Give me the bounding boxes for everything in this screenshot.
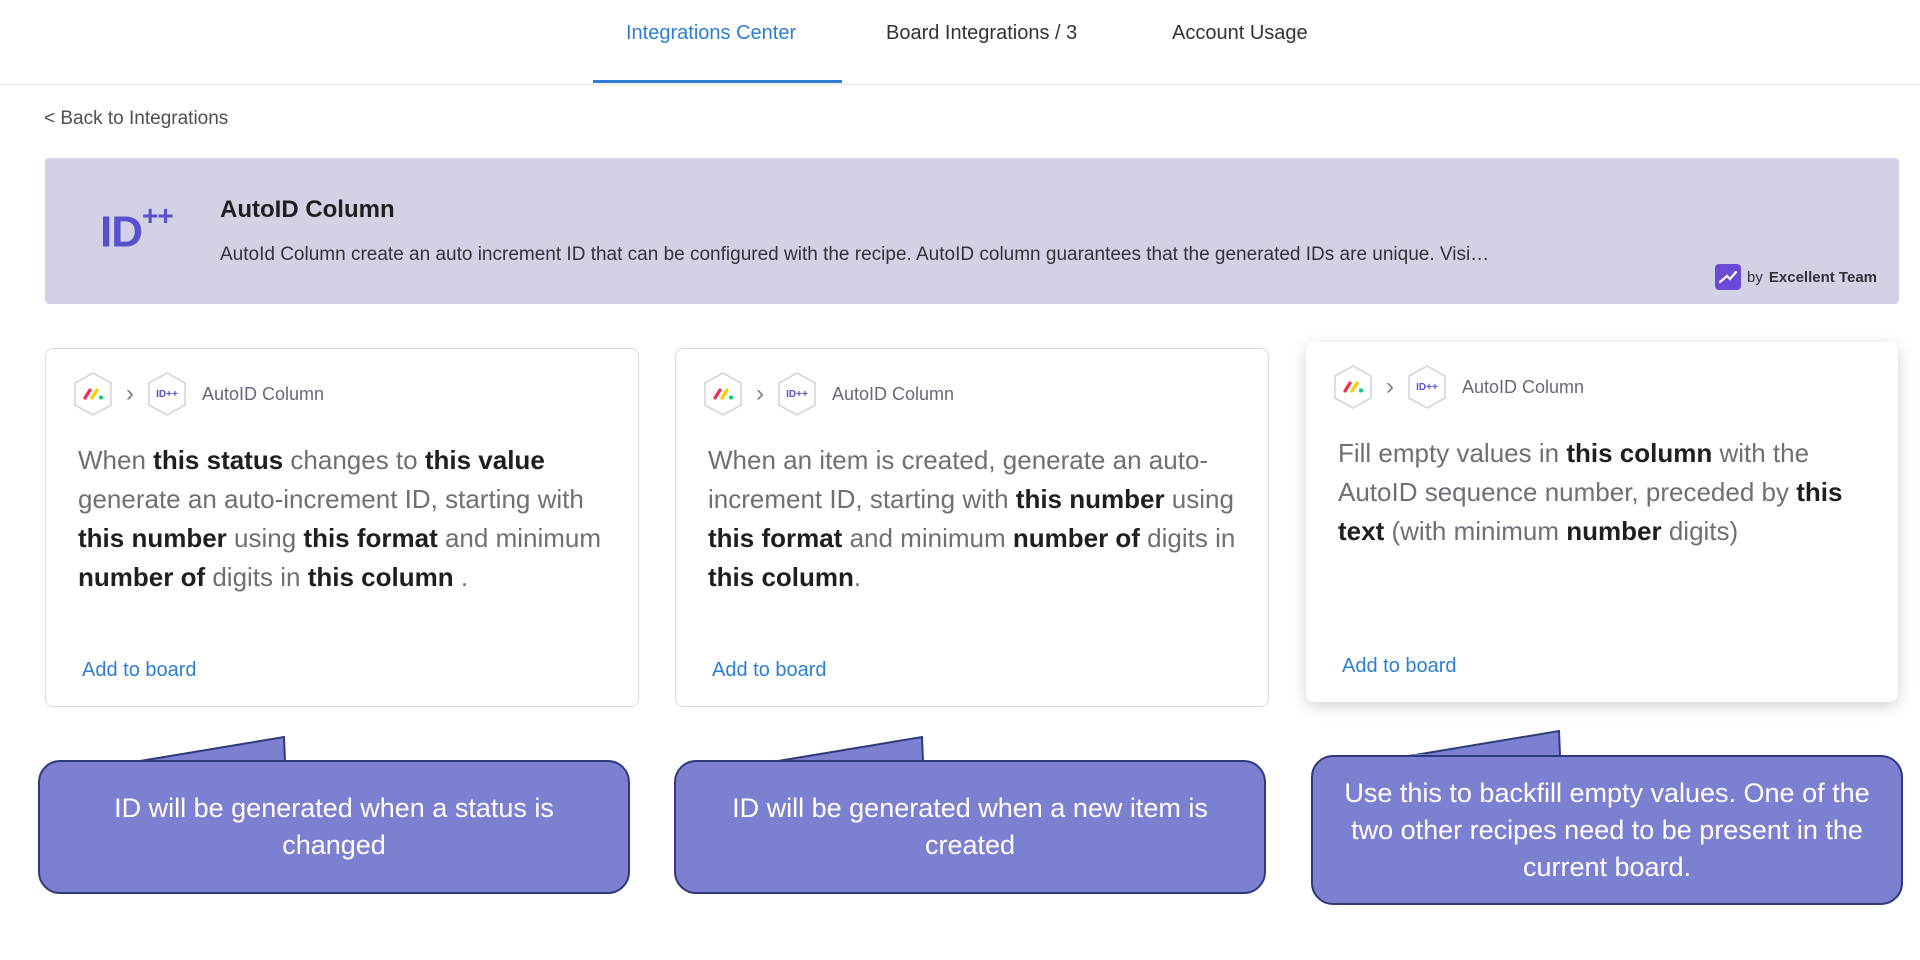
callout-backfill: Use this to backfill empty values. One o… [1311,755,1903,905]
callout-tail-3 [1408,729,1562,757]
recipe-static-text: generate an auto-increment ID, starting … [78,484,584,514]
chevron-right-icon: › [126,380,134,407]
integration-title: AutoID Column [220,196,395,223]
recipe-placeholder-field[interactable]: this format [708,523,842,553]
autoid-logo-text: ID [100,207,143,257]
monday-app-icon [72,371,114,417]
monday-app-icon [702,371,744,417]
publisher-credit: by Excellent Team [1715,264,1877,290]
tab-account-usage[interactable]: Account Usage [1172,22,1308,45]
recipe-app-name: AutoID Column [1462,376,1585,397]
recipe-card-backfill[interactable]: › ID++ AutoID Column Fill empty values in … [1306,342,1898,702]
publisher-prefix: by [1747,268,1763,286]
recipe-static-text: Fill empty values in [1338,438,1567,468]
excellent-team-logo-icon [1715,264,1742,290]
integration-page: Integrations Center Board Integrations /… [0,0,1920,960]
tab-integrations-center[interactable]: Integrations Center [626,22,796,45]
callout-status-change: ID will be generated when a status is ch… [38,760,630,894]
autoid-app-icon-label: ID++ [1416,381,1438,393]
autoid-app-icon-label: ID++ [156,388,178,400]
recipe-card-status-change[interactable]: › ID++ AutoID Column When this status chan… [45,348,639,707]
recipe-static-text: When [78,445,154,475]
active-tab-indicator [593,80,842,83]
recipe-card-header: › ID++ AutoID Column [702,371,954,417]
top-tabs: Integrations Center Board Integrations /… [0,0,1920,85]
callout-item-created: ID will be generated when a new item is … [674,760,1266,894]
recipe-static-text: digits in [205,562,308,592]
recipe-static-text: digits in [1139,523,1236,553]
recipe-sentence: Fill empty values in this column with th… [1338,434,1878,551]
recipe-placeholder-field[interactable]: this value [425,445,545,475]
recipe-static-text: (with minimum [1384,516,1567,546]
recipe-static-text: changes to [283,445,425,475]
recipe-placeholder-field[interactable]: number of [78,562,205,592]
autoid-app-icon: ID++ [1406,364,1448,410]
recipe-placeholder-field[interactable]: this number [78,523,227,553]
chevron-right-icon: › [1386,373,1394,400]
add-to-board-button[interactable]: Add to board [1342,655,1457,678]
recipe-sentence: When this status changes to this value g… [78,441,618,597]
recipe-card-item-created[interactable]: › ID++ AutoID Column When an item is creat… [675,348,1269,707]
recipe-static-text: . [853,562,862,592]
recipe-static-text: and minimum [437,523,602,553]
recipe-placeholder-field[interactable]: number of [1013,523,1140,553]
recipe-sentence: When an item is created, generate an aut… [708,441,1248,597]
recipe-placeholder-field[interactable]: this number [1016,484,1165,514]
recipe-placeholder-field[interactable]: number [1566,516,1661,546]
integration-description: AutoId Column create an auto increment I… [220,244,1490,265]
recipe-static-text: and minimum [842,523,1013,553]
add-to-board-button[interactable]: Add to board [82,659,197,682]
recipe-placeholder-field[interactable]: this column [1566,438,1712,468]
recipe-card-header: › ID++ AutoID Column [72,371,324,417]
recipe-placeholder-field[interactable]: this format [303,523,437,553]
add-to-board-button[interactable]: Add to board [712,659,827,682]
recipe-placeholder-field[interactable]: this column [308,562,454,592]
chevron-right-icon: › [756,380,764,407]
recipe-app-name: AutoID Column [202,383,325,404]
recipe-app-name: AutoID Column [832,383,955,404]
recipe-placeholder-field[interactable]: this column [708,562,854,592]
recipe-card-header: › ID++ AutoID Column [1332,364,1584,410]
autoid-app-icon: ID++ [146,371,188,417]
back-to-integrations-link[interactable]: < Back to Integrations [44,108,228,130]
tab-board-integrations[interactable]: Board Integrations / 3 [886,22,1077,45]
autoid-logo: ID++ [100,200,174,258]
autoid-app-icon-label: ID++ [786,388,808,400]
autoid-logo-sup: ++ [142,200,174,231]
integration-banner: ID++ AutoID Column AutoId Column create … [45,158,1899,304]
callout-tail-1 [133,735,287,763]
recipe-static-text: . [453,562,469,592]
publisher-name: Excellent Team [1768,268,1877,286]
callout-tail-2 [771,735,925,763]
recipe-static-text: using [1164,484,1234,514]
recipe-placeholder-field[interactable]: this status [153,445,283,475]
autoid-app-icon: ID++ [776,371,818,417]
recipe-static-text: digits) [1661,516,1739,546]
recipe-static-text: using [226,523,304,553]
monday-app-icon [1332,364,1374,410]
